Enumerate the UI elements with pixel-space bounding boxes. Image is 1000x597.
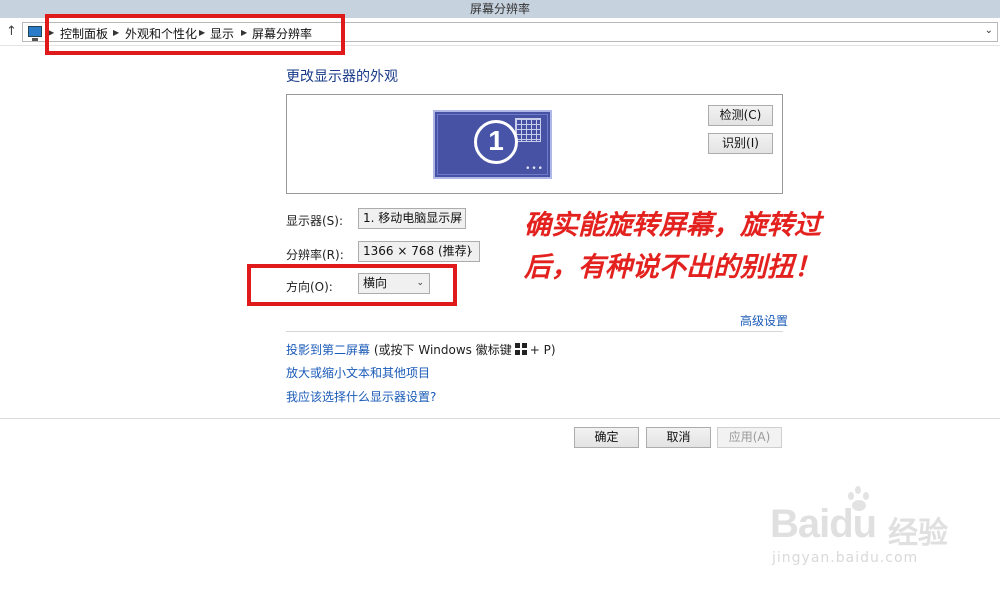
windows-logo-icon: [514, 343, 527, 355]
grid-icon: [515, 118, 541, 142]
annotation-text: 确实能旋转屏幕，旋转过 后，有种说不出的别扭！: [524, 205, 884, 289]
taskbar-dots-icon: •••: [525, 164, 544, 174]
watermark-logo: Baidu: [770, 502, 877, 546]
identify-button[interactable]: 识别(I): [708, 133, 773, 154]
annotation-line-2: 后，有种说不出的别扭！: [524, 252, 821, 283]
apply-button[interactable]: 应用(A): [717, 427, 782, 448]
section-divider: [286, 331, 783, 332]
breadcrumb-highlight-box: [45, 14, 345, 55]
project-second-screen-link[interactable]: 投影到第二屏幕: [286, 343, 370, 357]
detect-button[interactable]: 检测(C): [708, 105, 773, 126]
watermark-cn: 经验: [888, 516, 948, 551]
page-heading: 更改显示器的外观: [286, 69, 398, 85]
display-select[interactable]: 1. 移动电脑显示屏 ⌄: [358, 208, 466, 229]
annotation-line-1: 确实能旋转屏幕，旋转过: [524, 210, 821, 241]
project-hint-post: + P): [529, 343, 556, 357]
watermark-url: jingyan.baidu.com: [772, 550, 919, 566]
monitor-preview-panel: 1 ••• 检测(C) 识别(I): [286, 94, 783, 194]
which-settings-link[interactable]: 我应该选择什么显示器设置?: [286, 388, 436, 405]
baidu-watermark: Baidu 经验 jingyan.baidu.com: [760, 486, 990, 580]
footer-divider: [0, 418, 1000, 419]
project-hint-pre: (或按下 Windows 徽标键: [373, 343, 512, 357]
advanced-settings-link[interactable]: 高级设置: [740, 312, 788, 329]
resolution-select[interactable]: 1366 × 768 (推荐) ⌄: [358, 241, 480, 262]
resolution-label: 分辨率(R):: [286, 248, 344, 262]
chevron-down-icon[interactable]: ⌄: [985, 25, 993, 36]
chevron-down-icon: ⌄: [466, 246, 474, 256]
cancel-button[interactable]: 取消: [646, 427, 711, 448]
display-select-value: 1. 移动电脑显示屏: [363, 211, 463, 225]
monitor-number-badge: 1: [474, 120, 518, 164]
text-size-link[interactable]: 放大或缩小文本和其他项目: [286, 364, 430, 381]
resolution-select-value: 1366 × 768 (推荐): [363, 244, 472, 258]
up-arrow-icon[interactable]: ↑: [6, 24, 17, 39]
ok-button[interactable]: 确定: [574, 427, 639, 448]
monitor-icon[interactable]: 1 •••: [433, 110, 552, 179]
computer-icon: [28, 26, 42, 41]
chevron-down-icon: ⌄: [452, 213, 460, 223]
display-label: 显示器(S):: [286, 214, 344, 228]
project-row: 投影到第二屏幕 (或按下 Windows 徽标键 + P): [286, 341, 556, 358]
orientation-highlight-box: [247, 264, 457, 306]
